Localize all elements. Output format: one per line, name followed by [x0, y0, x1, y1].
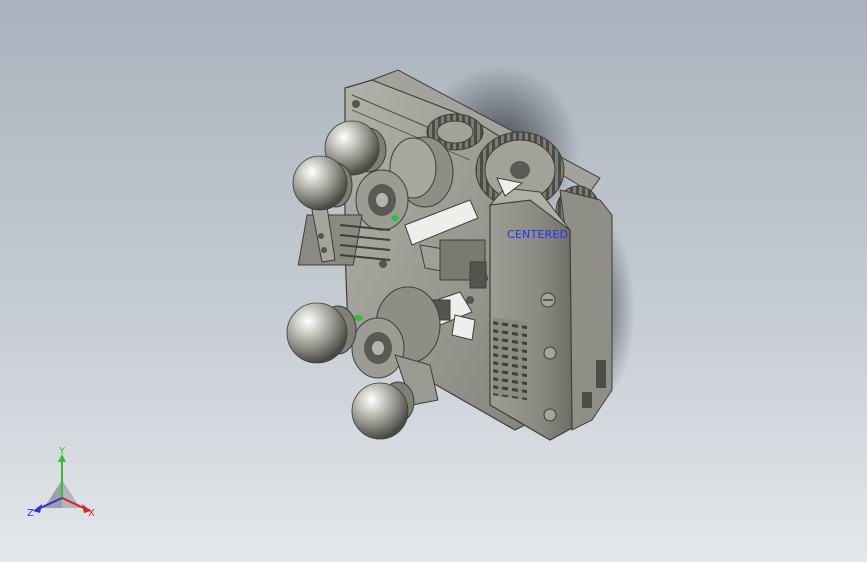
z-axis-label: Z: [27, 508, 34, 519]
housing-screw: [543, 408, 557, 422]
knob-lower-left[interactable]: [286, 302, 357, 364]
y-axis-label: Y: [58, 446, 66, 457]
graphics-viewport[interactable]: CENTERED Y X Z: [0, 0, 867, 562]
housing-screw: [543, 346, 557, 360]
reference-triad: Y X Z: [27, 446, 95, 519]
x-axis-label: X: [88, 508, 95, 519]
knob-bottom[interactable]: [351, 381, 415, 440]
z-axis-arrow-icon: [33, 504, 42, 513]
side-frame-slot: [582, 392, 592, 408]
vent-grille: [493, 317, 527, 401]
mounting-hole: [352, 100, 360, 108]
mounting-hole: [466, 296, 474, 304]
dimension-annotation[interactable]: CENTERED: [507, 228, 568, 241]
3d-model-view[interactable]: [0, 0, 867, 562]
mounting-hole: [379, 260, 387, 268]
side-frame-slot: [596, 360, 606, 388]
